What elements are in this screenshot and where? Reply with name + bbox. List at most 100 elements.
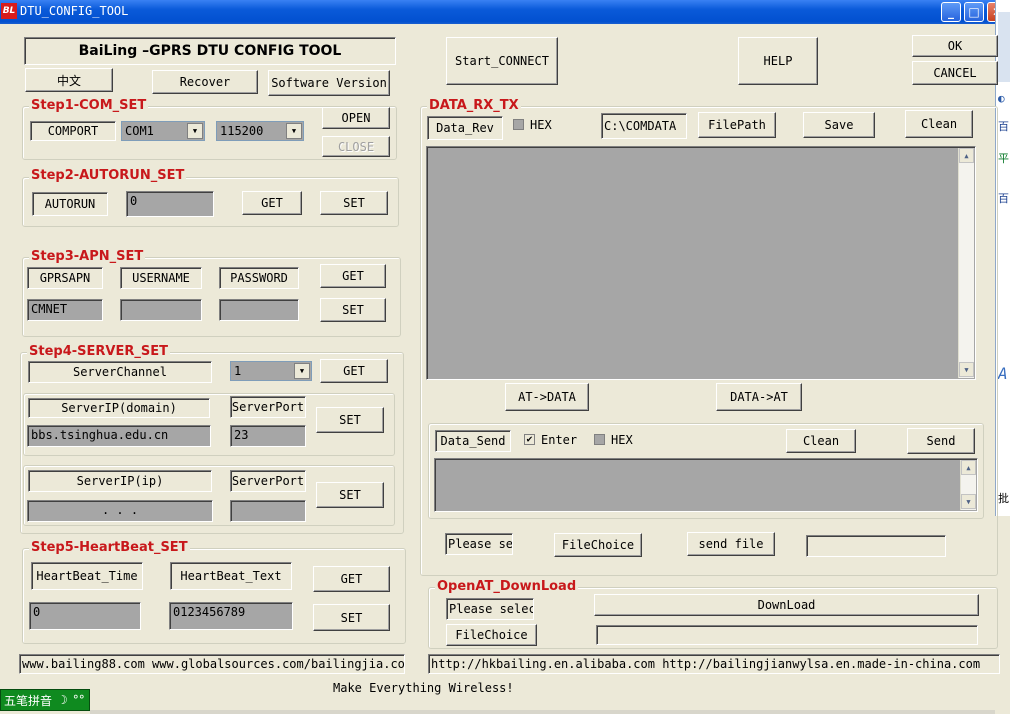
openat-file-path-field[interactable]: Please selec	[446, 598, 534, 620]
edge-char: 百	[998, 192, 1009, 205]
server-channel-label: ServerChannel	[28, 361, 212, 383]
gprsapn-label: GPRSAPN	[27, 267, 103, 289]
step4-title: Step4-SERVER_SET	[27, 344, 170, 359]
heartbeat-text-field[interactable]: 0123456789	[169, 602, 293, 630]
server-port2-label: ServerPort	[230, 470, 306, 492]
server-domain-field[interactable]: bbs.tsinghua.edu.cn	[27, 425, 211, 447]
chevron-down-icon[interactable]: ▼	[294, 363, 310, 379]
punctuation-icon[interactable]: °°	[73, 693, 85, 707]
apn-get-button[interactable]: GET	[320, 264, 386, 288]
edge-char: A	[998, 364, 1008, 383]
send-file-button[interactable]: send file	[687, 532, 775, 556]
channel-get-button[interactable]: GET	[320, 359, 388, 383]
com-port-select[interactable]: COM1 ▼	[121, 121, 205, 141]
heartbeat-time-field[interactable]: 0	[29, 602, 141, 630]
software-version-button[interactable]: Software Version	[268, 70, 390, 96]
window-title: DTU_CONFIG_TOOL	[20, 4, 129, 18]
server-channel-select[interactable]: 1 ▼	[230, 361, 312, 381]
recover-button[interactable]: Recover	[152, 70, 258, 94]
hex-rx-checkbox[interactable]	[513, 119, 524, 130]
left-links-bar[interactable]: www.bailing88.com www.globalsources.com/…	[19, 654, 405, 674]
password-field[interactable]	[219, 299, 299, 321]
heartbeat-get-button[interactable]: GET	[313, 566, 390, 592]
filepath-button[interactable]: FilePath	[698, 112, 776, 138]
cancel-button[interactable]: CANCEL	[912, 61, 998, 85]
send-file-progress	[806, 535, 946, 557]
ip-set-button[interactable]: SET	[316, 482, 384, 508]
start-connect-button[interactable]: Start_CONNECT	[446, 37, 558, 85]
help-button[interactable]: HELP	[738, 37, 818, 85]
hex-tx-label: HEX	[611, 433, 633, 447]
apn-field[interactable]: CMNET	[27, 299, 103, 321]
data-rev-label: Data_Rev	[427, 116, 503, 140]
autorun-value-field[interactable]: 0	[126, 191, 214, 217]
comport-label: COMPORT	[30, 121, 116, 141]
password-label: PASSWORD	[219, 267, 299, 289]
minimize-icon[interactable]: _	[941, 2, 961, 22]
send-file-choice-button[interactable]: FileChoice	[554, 533, 642, 557]
server-channel-value: 1	[234, 364, 242, 378]
step1-title: Step1-COM_SET	[29, 98, 149, 113]
scroll-up-icon[interactable]: ▲	[959, 148, 974, 163]
username-field[interactable]	[120, 299, 202, 321]
avatar	[998, 12, 1010, 82]
maximize-icon[interactable]: □	[964, 2, 984, 22]
send-file-path-field[interactable]: Please se	[445, 533, 513, 555]
heartbeat-time-label: HeartBeat_Time	[31, 562, 143, 590]
close-button[interactable]: CLOSE	[322, 136, 390, 157]
autorun-get-button[interactable]: GET	[242, 191, 302, 215]
server-domain-label: ServerIP(domain)	[28, 398, 210, 418]
window-titlebar: BL DTU_CONFIG_TOOL _ □ ✕	[0, 0, 1010, 24]
open-button[interactable]: OPEN	[322, 107, 390, 129]
apn-set-button[interactable]: SET	[320, 298, 386, 322]
chevron-down-icon[interactable]: ▼	[187, 123, 203, 139]
save-button[interactable]: Save	[803, 112, 875, 138]
send-button[interactable]: Send	[907, 428, 975, 454]
autorun-set-button[interactable]: SET	[320, 191, 388, 215]
openat-title: OpenAT_DownLoad	[435, 579, 579, 594]
heartbeat-set-button[interactable]: SET	[313, 604, 390, 631]
ime-label: 五笔拼音	[4, 693, 53, 708]
step5-title: Step5-HeartBeat_SET	[29, 540, 190, 555]
right-links-bar[interactable]: http://hkbailing.en.alibaba.com http://b…	[428, 654, 1000, 674]
receive-scrollbar[interactable]: ▲ ▼	[958, 148, 974, 378]
scroll-down-icon[interactable]: ▼	[959, 362, 974, 377]
ime-toolbar[interactable]: 五笔拼音 ☽ °°	[0, 689, 90, 711]
scroll-up-icon[interactable]: ▲	[961, 460, 976, 475]
hex-tx-checkbox[interactable]	[594, 434, 605, 445]
server-ip-label: ServerIP(ip)	[28, 470, 212, 492]
com-port-value: COM1	[125, 124, 154, 138]
moon-icon[interactable]: ☽	[57, 693, 68, 707]
autorun-label: AUTORUN	[32, 192, 108, 216]
server-port-label: ServerPort	[230, 396, 306, 418]
file-path-field[interactable]: C:\COMDATA	[601, 113, 687, 139]
scroll-down-icon[interactable]: ▼	[961, 494, 976, 509]
at-to-data-button[interactable]: AT->DATA	[505, 383, 589, 411]
shield-icon: ◐	[998, 92, 1005, 105]
ok-button[interactable]: OK	[912, 35, 998, 57]
server-port-field[interactable]: 23	[230, 425, 306, 447]
server-ip-field[interactable]: . . .	[27, 500, 213, 522]
step2-title: Step2-AUTORUN_SET	[29, 168, 187, 183]
username-label: USERNAME	[120, 267, 202, 289]
enter-checkbox[interactable]: ✔	[524, 434, 535, 445]
openat-file-choice-button[interactable]: FileChoice	[446, 624, 537, 646]
download-button[interactable]: DownLoad	[594, 594, 979, 616]
data-to-at-button[interactable]: DATA->AT	[716, 383, 802, 411]
baud-rate-value: 115200	[220, 124, 264, 138]
send-scrollbar[interactable]: ▲ ▼	[960, 460, 976, 510]
slogan-text: Make Everything Wireless!	[333, 681, 514, 695]
chevron-down-icon[interactable]: ▼	[286, 123, 302, 139]
domain-set-button[interactable]: SET	[316, 407, 384, 433]
heartbeat-text-label: HeartBeat_Text	[170, 562, 292, 590]
enter-label: Enter	[541, 433, 578, 447]
clean-tx-button[interactable]: Clean	[786, 429, 856, 453]
language-button[interactable]: 中文	[25, 68, 113, 92]
server-port2-field[interactable]	[230, 500, 306, 522]
clean-rx-button[interactable]: Clean	[905, 110, 973, 138]
send-text-area[interactable]	[434, 458, 978, 512]
edge-char: 批	[998, 492, 1009, 505]
baud-rate-select[interactable]: 115200 ▼	[216, 121, 304, 141]
receive-text-area[interactable]	[426, 146, 976, 380]
taskbar-edge	[90, 710, 995, 714]
